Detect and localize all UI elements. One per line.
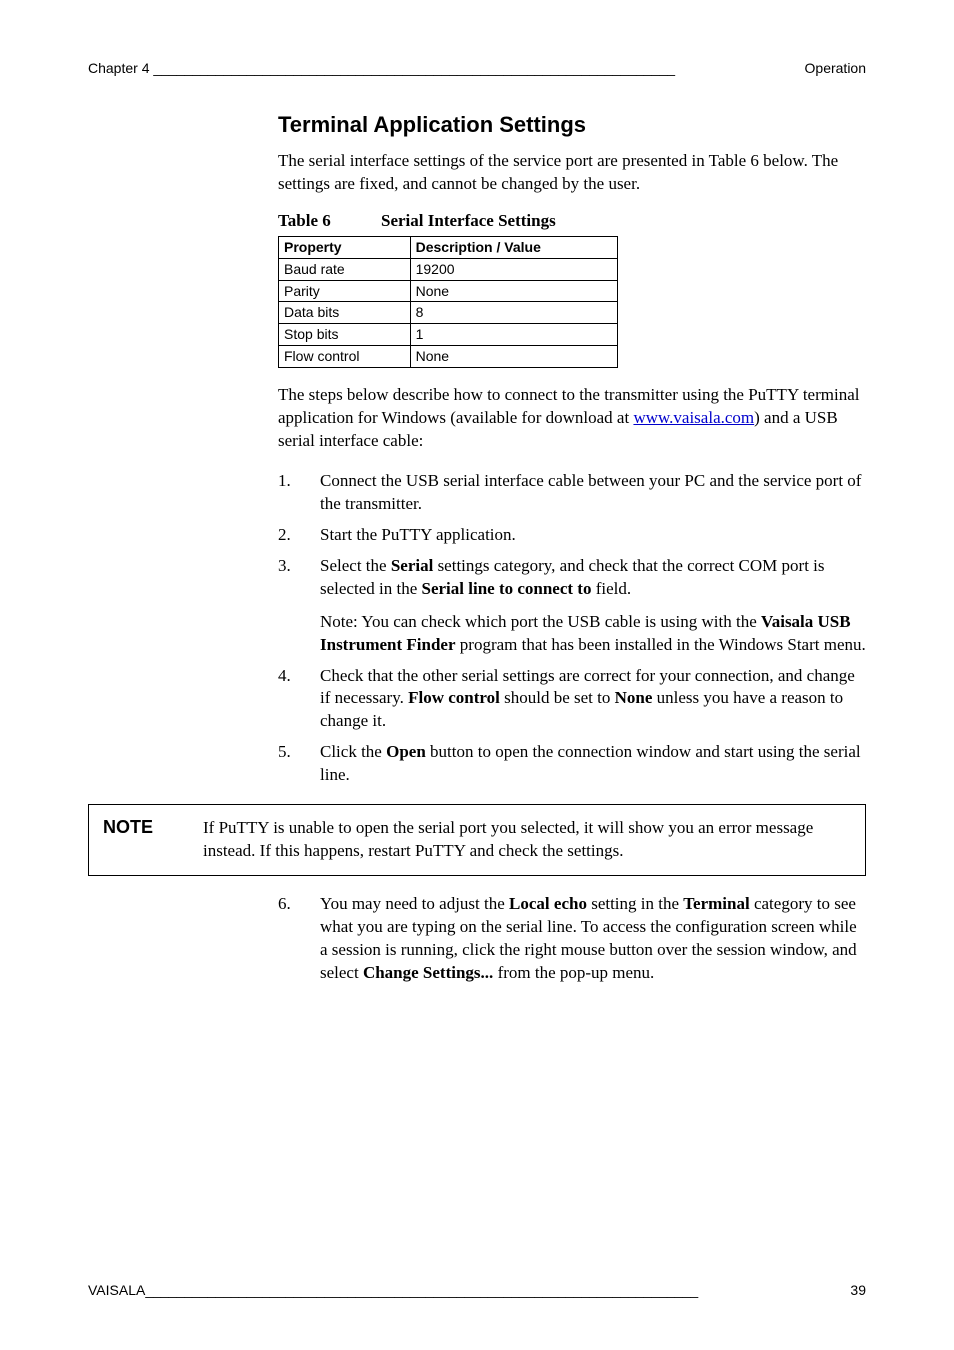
body-content-continued: You may need to adjust the Local echo se… bbox=[278, 893, 866, 985]
step-3: Select the Serial settings category, and… bbox=[278, 555, 866, 657]
note-box: NOTE If PuTTY is unable to open the seri… bbox=[88, 804, 866, 876]
table-row: Baud rate19200 bbox=[279, 258, 618, 280]
body-content: The serial interface settings of the ser… bbox=[278, 150, 866, 787]
footer-left: VAISALA_________________________________… bbox=[88, 1282, 698, 1298]
table-number: Table 6 bbox=[278, 211, 331, 230]
step-1: Connect the USB serial interface cable b… bbox=[278, 470, 866, 516]
note-label: NOTE bbox=[91, 807, 201, 873]
table-caption: Table 6 Serial Interface Settings bbox=[278, 210, 866, 233]
step-2: Start the PuTTY application. bbox=[278, 524, 866, 547]
table-row: ParityNone bbox=[279, 280, 618, 302]
header-right: Operation bbox=[805, 60, 866, 76]
settings-table: Property Description / Value Baud rate19… bbox=[278, 236, 618, 368]
steps-list-continued: You may need to adjust the Local echo se… bbox=[278, 893, 866, 985]
steps-list: Connect the USB serial interface cable b… bbox=[278, 470, 866, 787]
section-title: Terminal Application Settings bbox=[278, 112, 866, 138]
after-table-paragraph: The steps below describe how to connect … bbox=[278, 384, 866, 453]
step-4: Check that the other serial settings are… bbox=[278, 665, 866, 734]
table-row: Data bits8 bbox=[279, 302, 618, 324]
table-row: Stop bits1 bbox=[279, 324, 618, 346]
step-3-note: Note: You can check which port the USB c… bbox=[320, 611, 866, 657]
table-title: Serial Interface Settings bbox=[381, 211, 556, 230]
step-6: You may need to adjust the Local echo se… bbox=[278, 893, 866, 985]
col-property: Property bbox=[279, 236, 411, 258]
vaisala-link[interactable]: www.vaisala.com bbox=[633, 408, 754, 427]
page-header: Chapter 4 ______________________________… bbox=[88, 60, 866, 76]
header-left: Chapter 4 ______________________________… bbox=[88, 60, 675, 76]
intro-paragraph: The serial interface settings of the ser… bbox=[278, 150, 866, 196]
footer-page-number: 39 bbox=[850, 1282, 866, 1298]
step-5: Click the Open button to open the connec… bbox=[278, 741, 866, 787]
note-body: If PuTTY is unable to open the serial po… bbox=[203, 807, 863, 873]
col-value: Description / Value bbox=[410, 236, 617, 258]
page-footer: VAISALA_________________________________… bbox=[88, 1282, 866, 1298]
table-header-row: Property Description / Value bbox=[279, 236, 618, 258]
note-wrapper: NOTE If PuTTY is unable to open the seri… bbox=[88, 804, 866, 876]
table-row: Flow controlNone bbox=[279, 346, 618, 368]
